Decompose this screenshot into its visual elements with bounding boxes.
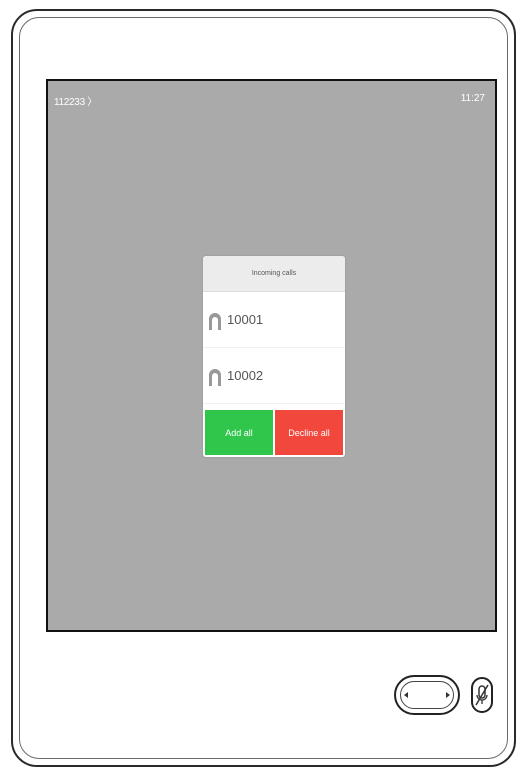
- clock: 11:27: [460, 93, 485, 104]
- person-silhouette-icon: [209, 368, 221, 386]
- person-silhouette-icon: [209, 312, 221, 330]
- incoming-calls-dialog: Incoming calls 10001 10002 Add all Decli…: [203, 256, 345, 457]
- touch-screen: 112233 〉 11:27 Incoming calls 10001 1000…: [46, 79, 497, 632]
- microphone-mute-icon[interactable]: [471, 677, 493, 713]
- volume-arrows-icon: [404, 692, 450, 698]
- incoming-call-item[interactable]: 10002: [203, 348, 345, 404]
- call-status-indicator[interactable]: 112233 〉: [54, 93, 97, 108]
- caller-number: 10001: [227, 312, 264, 327]
- caller-number: 10002: [227, 368, 264, 383]
- incoming-call-item[interactable]: 10001: [203, 292, 345, 348]
- add-all-button[interactable]: Add all: [205, 410, 273, 455]
- decline-all-button[interactable]: Decline all: [275, 410, 343, 455]
- volume-rocker-icon[interactable]: [394, 675, 460, 715]
- dialog-title: Incoming calls: [203, 256, 345, 292]
- dialog-actions: Add all Decline all: [205, 410, 343, 455]
- mic-glyph-icon: [475, 684, 489, 706]
